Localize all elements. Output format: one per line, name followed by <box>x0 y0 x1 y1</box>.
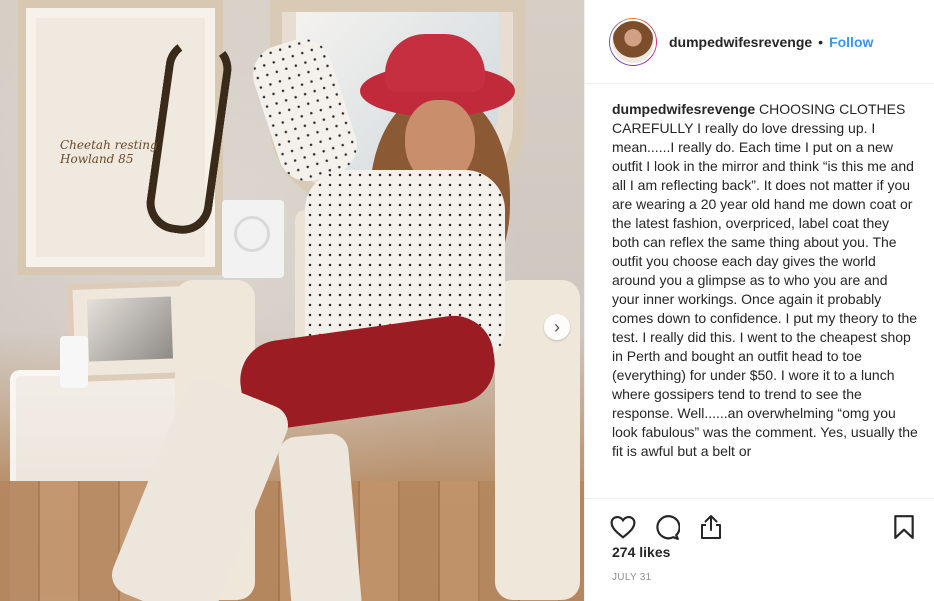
candle <box>60 336 88 388</box>
post-actions <box>585 498 934 542</box>
username-link[interactable]: dumpedwifesrevenge <box>669 34 812 50</box>
carousel-next-button[interactable]: › <box>544 314 570 340</box>
hat-crown <box>385 34 485 92</box>
avatar[interactable] <box>610 18 656 65</box>
post-photo[interactable]: Cheetah resting Howland 85 › <box>0 0 584 601</box>
post-header: dumpedwifesrevenge • Follow <box>585 0 934 84</box>
chevron-right-icon: › <box>554 316 560 337</box>
share-icon[interactable] <box>697 513 725 541</box>
woman-in-cowboy-hat <box>105 20 520 601</box>
follow-button[interactable]: Follow <box>829 34 873 50</box>
post-caption: dumpedwifesrevenge CHOOSING CLOTHES CARE… <box>585 84 934 498</box>
post-sidebar: dumpedwifesrevenge • Follow dumpedwifesr… <box>584 0 934 601</box>
white-boot-right <box>277 432 363 601</box>
comment-icon[interactable] <box>653 513 681 541</box>
heart-icon[interactable] <box>609 513 637 541</box>
header-separator: • <box>818 33 824 50</box>
avatar-story-ring[interactable] <box>609 17 657 66</box>
raised-arm <box>245 31 365 189</box>
caption-text: CHOOSING CLOTHES CAREFULLY I really do l… <box>612 101 918 459</box>
poster-handwriting: Cheetah resting Howland 85 <box>60 138 158 166</box>
bookmark-icon[interactable] <box>890 513 918 541</box>
post-date[interactable]: JULY 31 <box>585 568 934 583</box>
caption-username[interactable]: dumpedwifesrevenge <box>612 101 755 117</box>
instagram-post: Cheetah resting Howland 85 › dumpedwifes… <box>0 0 934 601</box>
likes-count[interactable]: 274 likes <box>585 542 934 568</box>
